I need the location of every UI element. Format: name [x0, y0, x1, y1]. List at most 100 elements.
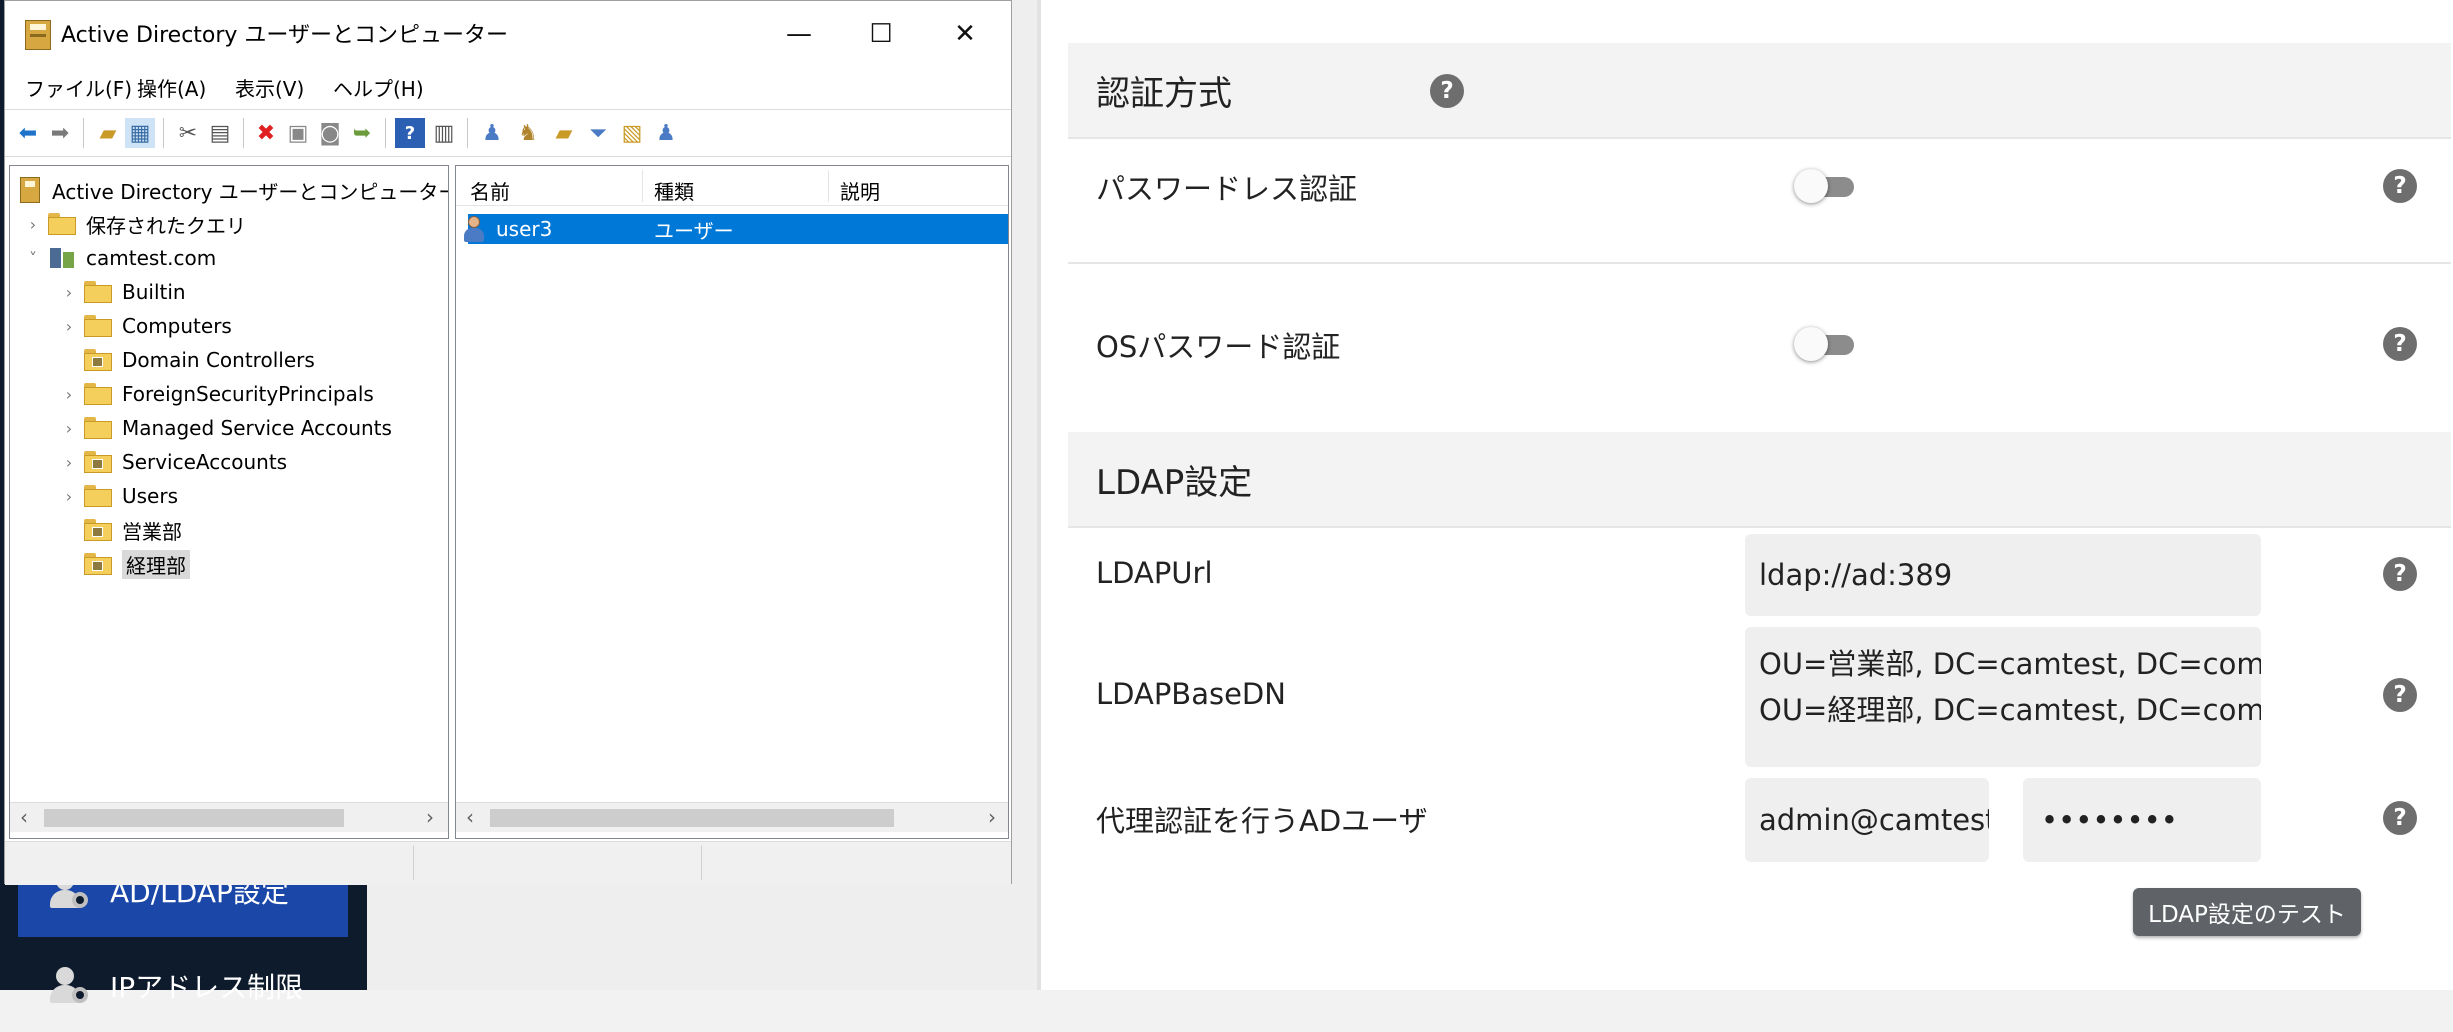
- tree-horizontal-scrollbar[interactable]: ‹ ›: [10, 802, 448, 832]
- column-name[interactable]: 名前: [470, 176, 510, 205]
- expand-chevron-icon[interactable]: ›: [24, 215, 42, 234]
- menu-action[interactable]: 操作(A): [137, 73, 206, 102]
- tree-item-builtin[interactable]: › Builtin: [60, 276, 186, 308]
- ldap-section-title: LDAP設定: [1096, 462, 1253, 503]
- up-folder-icon[interactable]: ▰: [93, 118, 123, 148]
- folder-icon: [84, 485, 112, 507]
- scroll-right-icon[interactable]: ›: [980, 805, 1004, 829]
- domain-icon: [48, 246, 76, 270]
- add-to-group-icon[interactable]: ♟: [651, 118, 681, 148]
- tree-item-accounting[interactable]: 経理部: [60, 548, 190, 580]
- new-ou-icon[interactable]: ▰: [549, 118, 579, 148]
- export-list-icon[interactable]: ➥: [347, 118, 377, 148]
- ldap-test-button[interactable]: LDAP設定のテスト: [2133, 888, 2361, 936]
- scrollbar-thumb[interactable]: [490, 809, 894, 827]
- folder-icon: [48, 213, 76, 235]
- column-type[interactable]: 種類: [654, 176, 694, 205]
- tree-item-saved-queries[interactable]: › 保存されたクエリ: [24, 208, 246, 240]
- expand-chevron-icon[interactable]: ›: [60, 453, 78, 472]
- auth-section-title: 認証方式: [1096, 73, 1232, 114]
- folder-icon: [84, 417, 112, 439]
- tree-item-domain-controllers[interactable]: Domain Controllers: [60, 344, 315, 376]
- expand-chevron-icon[interactable]: ›: [60, 487, 78, 506]
- tree-item-label: ServiceAccounts: [122, 450, 288, 474]
- expand-chevron-icon[interactable]: ›: [60, 317, 78, 336]
- help-icon[interactable]: ?: [2383, 557, 2417, 591]
- os-password-toggle[interactable]: [1794, 324, 1858, 364]
- maximize-button[interactable]: ☐: [851, 11, 911, 57]
- tree-item-label: Computers: [122, 314, 232, 338]
- delete-icon[interactable]: ✖: [251, 118, 281, 148]
- help-icon[interactable]: ?: [2383, 801, 2417, 835]
- tree-item-label: 経理部: [122, 549, 190, 579]
- os-password-row: OSパスワード認証 ?: [1068, 264, 2451, 430]
- refresh-icon[interactable]: ◙: [315, 118, 345, 148]
- menu-help[interactable]: ヘルプ(H): [333, 73, 424, 102]
- scroll-left-icon[interactable]: ‹: [458, 805, 482, 829]
- user-name: user3: [496, 217, 553, 241]
- cut-icon[interactable]: ✂: [173, 118, 203, 148]
- os-password-label: OSパスワード認証: [1096, 330, 1341, 364]
- auth-section-header: 認証方式 ?: [1068, 43, 2451, 139]
- collapse-chevron-icon[interactable]: ˅: [24, 249, 42, 268]
- list-header: 名前 種類 説明: [456, 166, 1008, 206]
- help-book-icon[interactable]: ?: [395, 118, 425, 148]
- scroll-left-icon[interactable]: ‹: [12, 805, 36, 829]
- window-title: Active Directory ユーザーとコンピューター: [61, 23, 508, 48]
- ou-folder-icon: [84, 519, 112, 541]
- expand-chevron-icon[interactable]: ›: [60, 385, 78, 404]
- expand-chevron-icon[interactable]: ›: [60, 283, 78, 302]
- menu-file[interactable]: ファイル(F): [25, 73, 132, 102]
- filter-icon[interactable]: ⏷: [583, 118, 613, 148]
- tree-item-label: ForeignSecurityPrincipals: [122, 382, 374, 406]
- tree-item-users[interactable]: › Users: [60, 480, 178, 512]
- tree-item-managed-service-accounts[interactable]: › Managed Service Accounts: [60, 412, 392, 444]
- ou-folder-icon: [84, 553, 112, 575]
- nav-item-ip-restriction[interactable]: IPアドレス制限: [18, 940, 348, 1032]
- settings-panel: 認証方式 ? パスワードレス認証 ? OSパスワード認証 ? LDAP設定 LD…: [1041, 0, 2453, 990]
- scrollbar-thumb[interactable]: [44, 809, 344, 827]
- passwordless-toggle[interactable]: [1794, 166, 1858, 206]
- help-icon[interactable]: ?: [2383, 327, 2417, 361]
- console-tree: Active Directory ユーザーとコンピューター [ad.ca › 保…: [9, 165, 449, 839]
- list-item[interactable]: user3 ユーザー: [464, 214, 1008, 244]
- expand-chevron-icon[interactable]: ›: [60, 419, 78, 438]
- find-icon[interactable]: ▧: [617, 118, 647, 148]
- ldap-url-input[interactable]: ldap://ad:389: [1745, 534, 2261, 616]
- tree-root[interactable]: Active Directory ユーザーとコンピューター [ad.ca: [20, 174, 448, 206]
- ldap-basedn-textarea[interactable]: OU=営業部, DC=camtest, DC=com OU=経理部, DC=ca…: [1745, 627, 2261, 767]
- proxy-user-input[interactable]: admin@camtest: [1745, 778, 1989, 862]
- console-tree-icon[interactable]: ▦: [125, 118, 155, 148]
- new-group-icon[interactable]: ♞: [513, 118, 543, 148]
- tree-item-foreign-security-principals[interactable]: › ForeignSecurityPrincipals: [60, 378, 374, 410]
- back-arrow-icon[interactable]: ⬅: [13, 118, 43, 148]
- menu-view[interactable]: 表示(V): [235, 73, 304, 102]
- tree-item-service-accounts[interactable]: › ServiceAccounts: [60, 446, 287, 478]
- list-horizontal-scrollbar[interactable]: ‹ ›: [456, 802, 1008, 832]
- help-icon[interactable]: ?: [2383, 169, 2417, 203]
- tree-item-sales[interactable]: 営業部: [60, 514, 182, 546]
- ou-folder-icon: [84, 349, 112, 371]
- forward-arrow-icon[interactable]: ➡: [45, 118, 75, 148]
- folder-icon: [84, 383, 112, 405]
- status-bar: [5, 841, 1011, 885]
- paste-icon[interactable]: ▤: [205, 118, 235, 148]
- column-description[interactable]: 説明: [840, 176, 880, 205]
- scroll-right-icon[interactable]: ›: [418, 805, 442, 829]
- new-user-icon[interactable]: ♟: [477, 118, 507, 148]
- user-icon: [462, 216, 488, 242]
- minimize-button[interactable]: —: [769, 11, 829, 57]
- tree-item-label: 保存されたクエリ: [86, 213, 246, 238]
- proxy-password-input[interactable]: ••••••••: [2023, 778, 2261, 862]
- tree-item-domain[interactable]: ˅ camtest.com: [24, 242, 216, 274]
- ad-app-icon: [25, 20, 51, 50]
- help-icon[interactable]: ?: [2383, 678, 2417, 712]
- passwordless-label: パスワードレス認証: [1096, 172, 1358, 206]
- tree-item-label: Domain Controllers: [122, 348, 315, 372]
- properties-icon[interactable]: ▣: [283, 118, 313, 148]
- help-icon[interactable]: ?: [1430, 74, 1464, 108]
- tree-item-computers[interactable]: › Computers: [60, 310, 232, 342]
- close-button[interactable]: ✕: [935, 11, 995, 57]
- action-pane-icon[interactable]: ▥: [429, 118, 459, 148]
- folder-icon: [84, 315, 112, 337]
